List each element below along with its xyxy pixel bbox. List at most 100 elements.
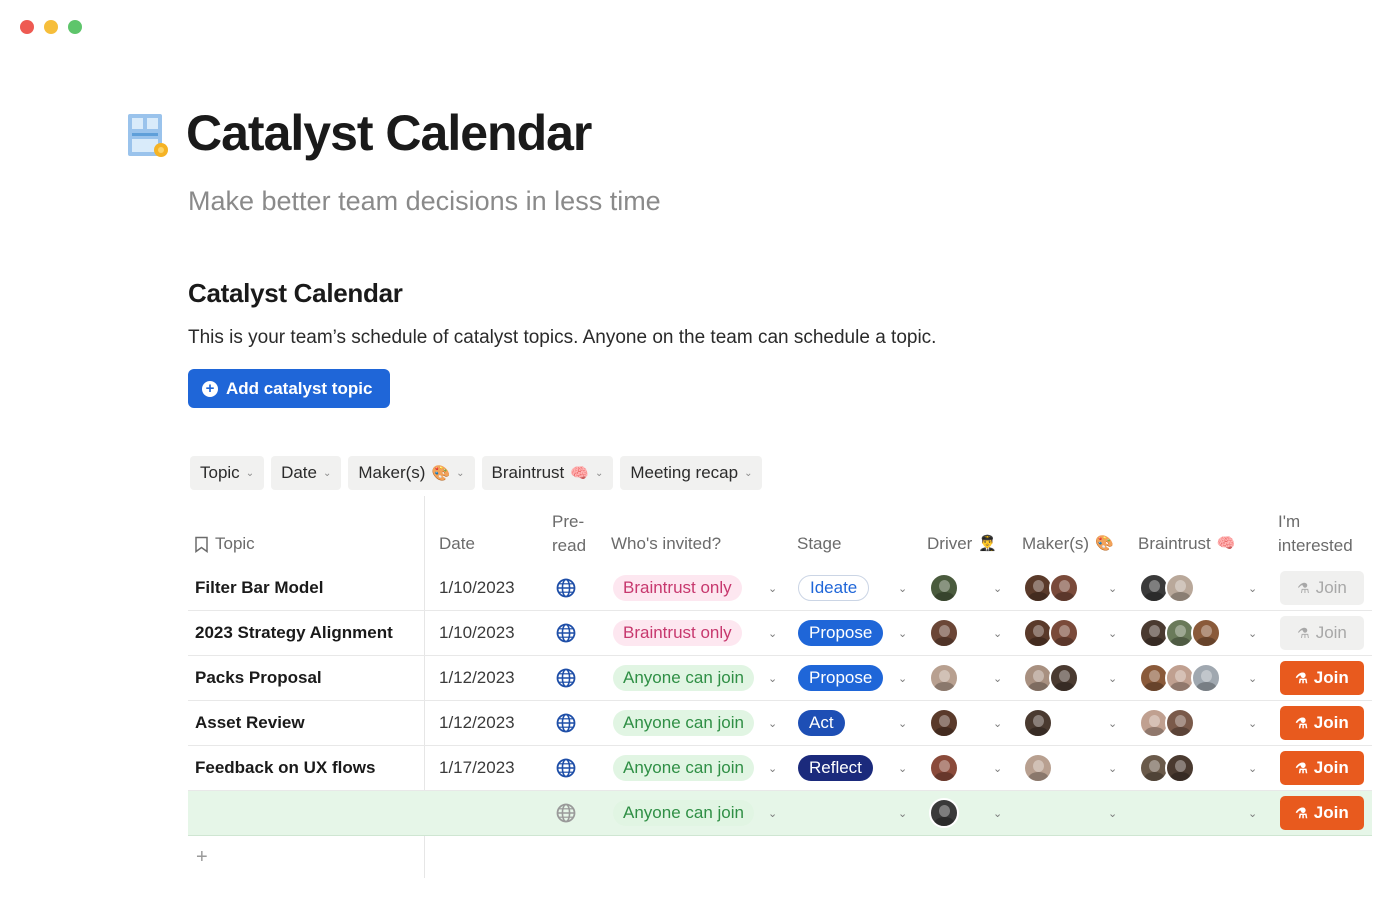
join-button[interactable]: ⚗ Join [1280, 796, 1364, 830]
header-stage[interactable]: Stage [797, 534, 841, 554]
driver-dropdown-icon[interactable]: ⌄ [993, 701, 1002, 745]
globe-icon[interactable] [556, 746, 576, 790]
makers-dropdown-icon[interactable]: ⌄ [1108, 656, 1117, 700]
date-cell[interactable]: 1/10/2023 [439, 566, 515, 610]
driver-cell[interactable] [929, 656, 959, 700]
stage-cell[interactable]: Act [798, 701, 845, 745]
driver-dropdown-icon[interactable]: ⌄ [993, 611, 1002, 655]
braintrust-cell[interactable] [1139, 566, 1195, 610]
braintrust-avatars[interactable] [1139, 708, 1195, 738]
makers-cell[interactable] [1023, 701, 1053, 745]
driver-dropdown-icon[interactable]: ⌄ [993, 791, 1002, 835]
topic-cell[interactable]: Asset Review [195, 701, 305, 745]
header-makers[interactable]: Maker(s) 🎨 [1022, 534, 1114, 554]
stage-dropdown-icon[interactable]: ⌄ [898, 566, 907, 610]
braintrust-dropdown-icon[interactable]: ⌄ [1248, 656, 1257, 700]
stage-cell[interactable]: Propose [798, 656, 884, 700]
braintrust-avatars[interactable] [1139, 663, 1221, 693]
braintrust-dropdown-icon[interactable]: ⌄ [1248, 566, 1257, 610]
makers-dropdown-icon[interactable]: ⌄ [1108, 566, 1117, 610]
makers-dropdown-icon[interactable]: ⌄ [1108, 746, 1117, 790]
stage-cell[interactable]: Reflect [798, 746, 873, 790]
join-button[interactable]: ⚗ Join [1280, 706, 1364, 740]
invited-cell[interactable]: Braintrust only [613, 611, 742, 655]
invited-cell[interactable]: Braintrust only [613, 566, 742, 610]
join-button[interactable]: ⚗ Join [1280, 751, 1364, 785]
date-cell[interactable]: 1/12/2023 [439, 656, 515, 700]
add-row-button[interactable]: + [196, 846, 208, 869]
makers-dropdown-icon[interactable]: ⌄ [1108, 611, 1117, 655]
globe-icon[interactable] [556, 791, 576, 835]
braintrust-cell[interactable] [1139, 611, 1221, 655]
braintrust-cell[interactable] [1139, 656, 1221, 700]
driver-cell[interactable] [929, 746, 959, 790]
invited-cell[interactable]: Anyone can join [613, 656, 754, 700]
header-date[interactable]: Date [439, 534, 475, 554]
braintrust-avatars[interactable] [1139, 753, 1195, 783]
topic-cell[interactable]: Packs Proposal [195, 656, 322, 700]
invited-dropdown-icon[interactable]: ⌄ [768, 611, 777, 655]
stage-dropdown-icon[interactable]: ⌄ [898, 611, 907, 655]
invited-cell[interactable]: Anyone can join [613, 701, 754, 745]
filter-chip-topic[interactable]: Topic ⌄ [190, 456, 265, 490]
window-close-dot[interactable] [20, 20, 34, 34]
header-interested[interactable]: I'm interested [1278, 510, 1353, 558]
date-cell[interactable]: 1/17/2023 [439, 746, 515, 790]
makers-avatars[interactable] [1023, 663, 1079, 693]
driver-avatars[interactable] [929, 753, 959, 783]
makers-avatars[interactable] [1023, 708, 1053, 738]
braintrust-avatars[interactable] [1139, 573, 1195, 603]
topic-cell[interactable]: Feedback on UX flows [195, 746, 375, 790]
driver-cell[interactable] [929, 611, 959, 655]
braintrust-cell[interactable] [1139, 746, 1195, 790]
topic-cell[interactable]: Filter Bar Model [195, 566, 323, 610]
makers-avatars[interactable] [1023, 573, 1079, 603]
makers-dropdown-icon[interactable]: ⌄ [1108, 701, 1117, 745]
driver-avatars[interactable] [929, 573, 959, 603]
driver-avatars[interactable] [929, 708, 959, 738]
stage-cell[interactable]: Propose [798, 611, 884, 655]
invited-dropdown-icon[interactable]: ⌄ [768, 656, 777, 700]
driver-avatars[interactable] [929, 618, 959, 648]
header-driver[interactable]: Driver 👨‍✈️ [927, 534, 997, 554]
invited-dropdown-icon[interactable]: ⌄ [768, 746, 777, 790]
add-catalyst-topic-button[interactable]: + Add catalyst topic [188, 369, 391, 408]
driver-dropdown-icon[interactable]: ⌄ [993, 746, 1002, 790]
filter-chip-date[interactable]: Date ⌄ [271, 456, 342, 490]
makers-cell[interactable] [1023, 566, 1079, 610]
stage-dropdown-icon[interactable]: ⌄ [898, 791, 907, 835]
header-invited[interactable]: Who's invited? [611, 534, 721, 554]
driver-dropdown-icon[interactable]: ⌄ [993, 566, 1002, 610]
header-topic[interactable]: Topic [194, 534, 255, 554]
globe-icon[interactable] [556, 656, 576, 700]
invited-dropdown-icon[interactable]: ⌄ [768, 566, 777, 610]
filter-chip-meeting-recap[interactable]: Meeting recap ⌄ [620, 456, 763, 490]
header-preread[interactable]: Pre- read [552, 510, 586, 558]
invited-dropdown-icon[interactable]: ⌄ [768, 791, 777, 835]
date-cell[interactable]: 1/12/2023 [439, 701, 515, 745]
braintrust-dropdown-icon[interactable]: ⌄ [1248, 791, 1257, 835]
invited-cell[interactable]: Anyone can join [613, 746, 754, 790]
invited-cell[interactable]: Anyone can join [613, 791, 754, 835]
globe-icon[interactable] [556, 611, 576, 655]
makers-cell[interactable] [1023, 746, 1053, 790]
makers-cell[interactable] [1023, 611, 1079, 655]
filter-chip-braintrust[interactable]: Braintrust 🧠 ⌄ [481, 456, 614, 490]
braintrust-avatars[interactable] [1139, 618, 1221, 648]
join-button[interactable]: ⚗ Join [1280, 661, 1364, 695]
filter-chip-maker-s-[interactable]: Maker(s) 🎨 ⌄ [348, 456, 475, 490]
join-button[interactable]: ⚗ Join [1280, 571, 1364, 605]
stage-dropdown-icon[interactable]: ⌄ [898, 746, 907, 790]
braintrust-dropdown-icon[interactable]: ⌄ [1248, 746, 1257, 790]
braintrust-dropdown-icon[interactable]: ⌄ [1248, 701, 1257, 745]
header-braintrust[interactable]: Braintrust 🧠 [1138, 534, 1235, 554]
driver-cell[interactable] [929, 701, 959, 745]
window-maximize-dot[interactable] [68, 20, 82, 34]
driver-dropdown-icon[interactable]: ⌄ [993, 656, 1002, 700]
stage-dropdown-icon[interactable]: ⌄ [898, 701, 907, 745]
globe-icon[interactable] [556, 701, 576, 745]
makers-avatars[interactable] [1023, 618, 1079, 648]
driver-cell[interactable] [929, 791, 959, 835]
makers-avatars[interactable] [1023, 753, 1053, 783]
globe-icon[interactable] [556, 566, 576, 610]
